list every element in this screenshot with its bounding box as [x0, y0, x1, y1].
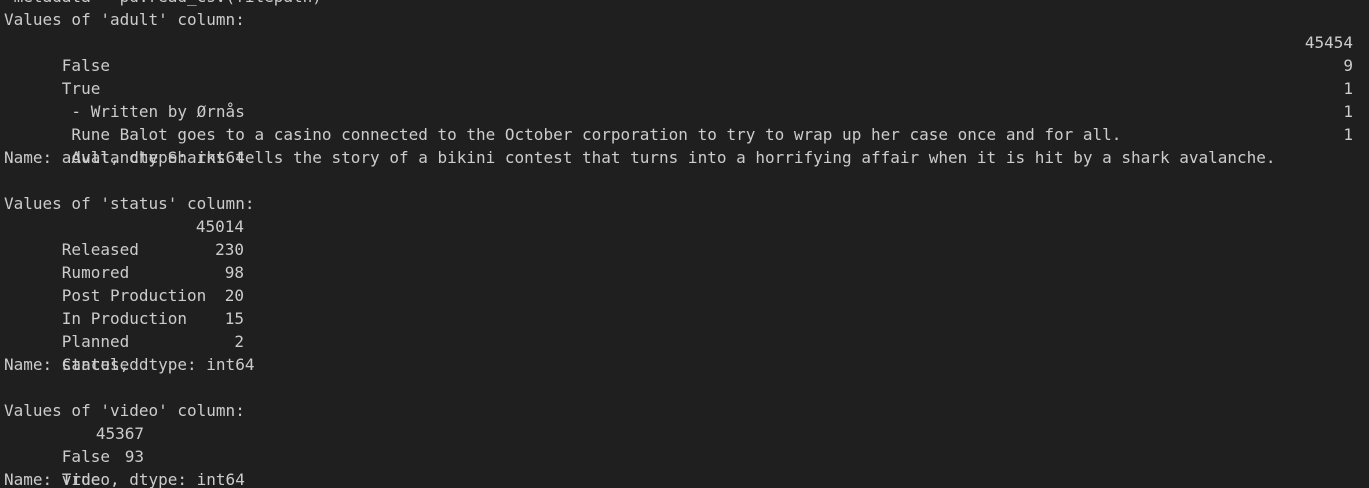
terminal-output: metadata = pd.read_csv(filepath) Values … [0, 0, 1369, 488]
adult-row: False 45454 [4, 31, 1364, 75]
row-count: 9 [1343, 56, 1353, 75]
row-count: 45367 [95, 424, 144, 443]
row-count: 45014 [195, 217, 244, 236]
row-count: 20 [224, 286, 244, 305]
adult-row: Avalanche Sharks tells the story of a bi… [4, 123, 1364, 167]
status-row: Released 45014 [4, 215, 1364, 259]
video-row: True 93 [4, 445, 1364, 488]
status-row: Post Production 98 [4, 261, 1364, 305]
adult-footer: Name: adult, dtype: int64 [4, 148, 245, 167]
status-row: Canceled 2 [4, 330, 1364, 374]
status-row: In Production 20 [4, 284, 1364, 328]
row-count: 98 [224, 263, 244, 282]
row-count: 15 [224, 309, 244, 328]
row-count: 1 [1343, 79, 1353, 98]
video-footer: Name: video, dtype: int64 [4, 470, 245, 488]
row-count: 1 [1343, 102, 1353, 121]
status-row: Rumored 230 [4, 238, 1364, 282]
status-row: Planned 15 [4, 307, 1364, 351]
video-row: False 45367 [4, 422, 1364, 466]
row-count: 1 [1343, 125, 1353, 144]
row-count: 2 [234, 332, 244, 351]
row-count: 93 [124, 447, 144, 466]
video-header: Values of 'video' column: [4, 401, 245, 420]
output-lines: metadata = pd.read_csv(filepath) Values … [4, 0, 1364, 488]
status-header: Values of 'status' column: [4, 194, 255, 213]
adult-row: Rune Balot goes to a casino connected to… [4, 100, 1364, 144]
adult-row: True 9 [4, 54, 1364, 98]
adult-header: Values of 'adult' column: [4, 10, 245, 29]
row-count: 45454 [1304, 33, 1353, 52]
status-footer: Name: status, dtype: int64 [4, 355, 255, 374]
adult-row: - Written by Ørnås 1 [4, 77, 1364, 121]
row-count: 230 [215, 240, 244, 259]
code-line: metadata = pd.read_csv(filepath) [4, 0, 1364, 8]
